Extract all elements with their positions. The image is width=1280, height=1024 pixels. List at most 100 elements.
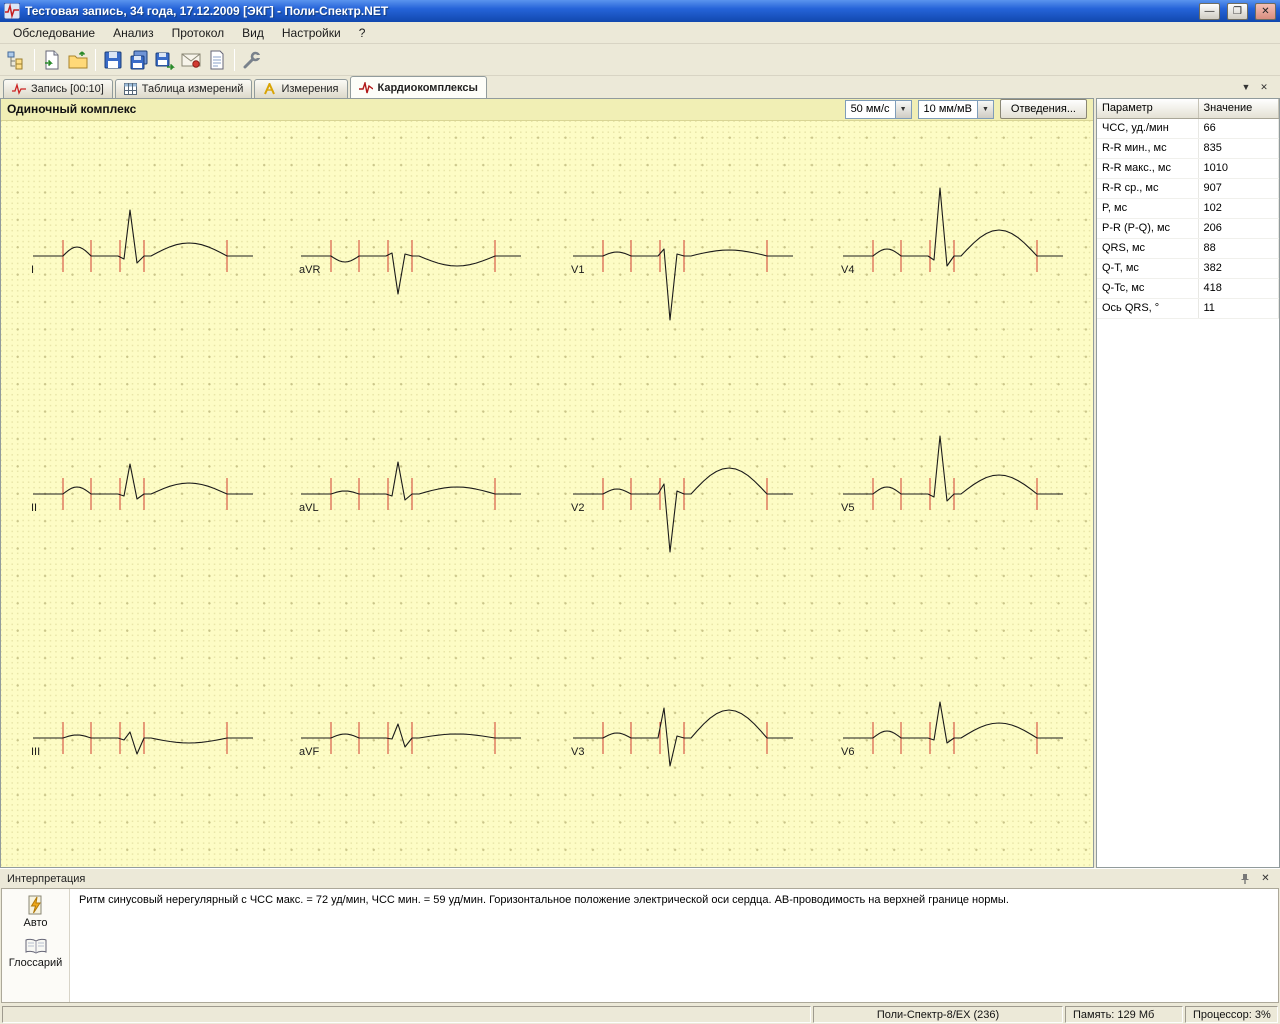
tab-label: Измерения: [281, 83, 338, 95]
ecg-header: Одиночный комплекс 50 мм/с ▼ 10 мм/мВ ▼ …: [1, 99, 1093, 121]
lead-waveform: [29, 650, 269, 826]
parameter-panel: Параметр Значение ЧСС, уд./мин66R-R мин.…: [1096, 98, 1280, 868]
lead-cell-aVL[interactable]: aVL: [297, 406, 537, 582]
menu-view[interactable]: Вид: [233, 24, 273, 42]
parameter-value: 382: [1198, 258, 1279, 278]
glossary-button[interactable]: Глоссарий: [9, 938, 63, 969]
tab-measurements[interactable]: Измерения: [254, 79, 347, 98]
glossary-book-icon: [24, 938, 48, 955]
menu-protocol[interactable]: Протокол: [163, 24, 234, 42]
open-exam-icon[interactable]: [65, 47, 91, 73]
parameter-row: P, мс102: [1097, 198, 1279, 218]
tab-strip-controls: ▼ ✕: [1239, 80, 1277, 98]
menu-settings[interactable]: Настройки: [273, 24, 350, 42]
lead-label: I: [31, 264, 34, 276]
auto-label: Авто: [24, 917, 48, 929]
value-column-header: Значение: [1198, 99, 1279, 118]
parameter-name: P-R (P-Q), мс: [1097, 218, 1198, 238]
parameter-name: P, мс: [1097, 198, 1198, 218]
lead-cell-V3[interactable]: V3: [569, 650, 809, 826]
lead-cell-V1[interactable]: V1: [569, 168, 809, 344]
lead-cell-III[interactable]: III: [29, 650, 269, 826]
send-mail-icon[interactable]: [178, 47, 204, 73]
toolbar: [0, 44, 1280, 76]
lead-cell-aVF[interactable]: aVF: [297, 650, 537, 826]
interpretation-close-icon[interactable]: ✕: [1258, 872, 1273, 886]
speed-combo[interactable]: 50 мм/с ▼: [845, 100, 912, 119]
tab-cardiocomplexes[interactable]: Кардиокомплексы: [350, 76, 487, 98]
gain-combo[interactable]: 10 мм/мВ ▼: [918, 100, 994, 119]
protocol-icon[interactable]: [204, 47, 230, 73]
combo-arrow-icon[interactable]: ▼: [977, 101, 993, 118]
parameter-name: QRS, мс: [1097, 238, 1198, 258]
lead-cell-I[interactable]: I: [29, 168, 269, 344]
tab-strip: Запись [00:10] Таблица измерений Измерен…: [0, 76, 1280, 98]
menu-analysis[interactable]: Анализ: [104, 24, 163, 42]
export-exam-icon[interactable]: [152, 47, 178, 73]
application-window: Тестовая запись, 34 года, 17.12.2009 [ЭК…: [0, 0, 1280, 1024]
lead-cell-V6[interactable]: V6: [839, 650, 1079, 826]
tab-record[interactable]: Запись [00:10]: [3, 79, 113, 98]
tab-label: Кардиокомплексы: [378, 82, 478, 94]
parameter-row: Q-Tc, мс418: [1097, 278, 1279, 298]
lead-waveform: [839, 650, 1079, 826]
auto-interpretation-button[interactable]: Авто: [24, 895, 48, 929]
options-wrench-icon[interactable]: [239, 47, 265, 73]
combo-arrow-icon[interactable]: ▼: [895, 101, 911, 118]
patient-card-icon[interactable]: [4, 47, 30, 73]
toolbar-separator: [34, 49, 35, 71]
lead-waveform: [297, 650, 537, 826]
tab-label: Таблица измерений: [142, 83, 244, 95]
save-exam-icon[interactable]: [100, 47, 126, 73]
gain-value: 10 мм/мВ: [919, 101, 977, 118]
parameter-value: 11: [1198, 298, 1279, 318]
window-title: Тестовая запись, 34 года, 17.12.2009 [ЭК…: [25, 4, 1192, 18]
lead-label: III: [31, 746, 40, 758]
interpretation-sidebar: Авто Глоссарий: [2, 889, 70, 1002]
leads-button[interactable]: Отведения...: [1000, 99, 1087, 119]
ecg-view-title: Одиночный комплекс: [7, 102, 839, 116]
parameter-name: R-R мин., мс: [1097, 138, 1198, 158]
lead-cell-V4[interactable]: V4: [839, 168, 1079, 344]
lead-label: aVF: [299, 746, 319, 758]
parameter-value: 88: [1198, 238, 1279, 258]
glossary-label: Глоссарий: [9, 957, 63, 969]
tab-measure-table[interactable]: Таблица измерений: [115, 79, 253, 98]
lead-cell-V5[interactable]: V5: [839, 406, 1079, 582]
status-bar: Поли-Спектр-8/EX (236) Память: 129 Мб Пр…: [0, 1004, 1280, 1024]
menu-examination[interactable]: Обследование: [4, 24, 104, 42]
tab-close-icon[interactable]: ✕: [1257, 80, 1271, 94]
lead-cell-II[interactable]: II: [29, 406, 269, 582]
cardiocomplex-icon: [359, 82, 373, 94]
title-bar: Тестовая запись, 34 года, 17.12.2009 [ЭК…: [0, 0, 1280, 22]
lead-label: V1: [571, 264, 584, 276]
parameter-value: 835: [1198, 138, 1279, 158]
lead-waveform: [29, 406, 269, 582]
parameter-name: ЧСС, уд./мин: [1097, 118, 1198, 138]
new-exam-icon[interactable]: [39, 47, 65, 73]
lead-label: V2: [571, 502, 584, 514]
save-copy-icon[interactable]: [126, 47, 152, 73]
parameter-row: ЧСС, уд./мин66: [1097, 118, 1279, 138]
status-cpu: Процессор: 3%: [1185, 1006, 1278, 1023]
lead-cell-V2[interactable]: V2: [569, 406, 809, 582]
pin-icon[interactable]: [1237, 872, 1252, 886]
parameter-row: R-R мин., мс835: [1097, 138, 1279, 158]
tab-menu-arrow-icon[interactable]: ▼: [1239, 80, 1253, 94]
parameter-name: Q-T, мс: [1097, 258, 1198, 278]
main-area: Одиночный комплекс 50 мм/с ▼ 10 мм/мВ ▼ …: [0, 98, 1280, 868]
table-icon: [124, 83, 137, 95]
menu-bar: Обследование Анализ Протокол Вид Настрой…: [0, 22, 1280, 44]
lead-label: II: [31, 502, 37, 514]
lead-cell-aVR[interactable]: aVR: [297, 168, 537, 344]
parameter-name: R-R макс., мс: [1097, 158, 1198, 178]
parameter-name: Ось QRS, °: [1097, 298, 1198, 318]
status-message: [2, 1006, 811, 1023]
maximize-button[interactable]: ❐: [1227, 3, 1248, 20]
minimize-button[interactable]: —: [1199, 3, 1220, 20]
menu-help[interactable]: ?: [350, 24, 375, 42]
parameter-table-body: ЧСС, уд./мин66R-R мин., мс835R-R макс., …: [1097, 118, 1279, 318]
parameter-value: 1010: [1198, 158, 1279, 178]
tab-label: Запись [00:10]: [31, 83, 104, 95]
close-button[interactable]: ✕: [1255, 3, 1276, 20]
